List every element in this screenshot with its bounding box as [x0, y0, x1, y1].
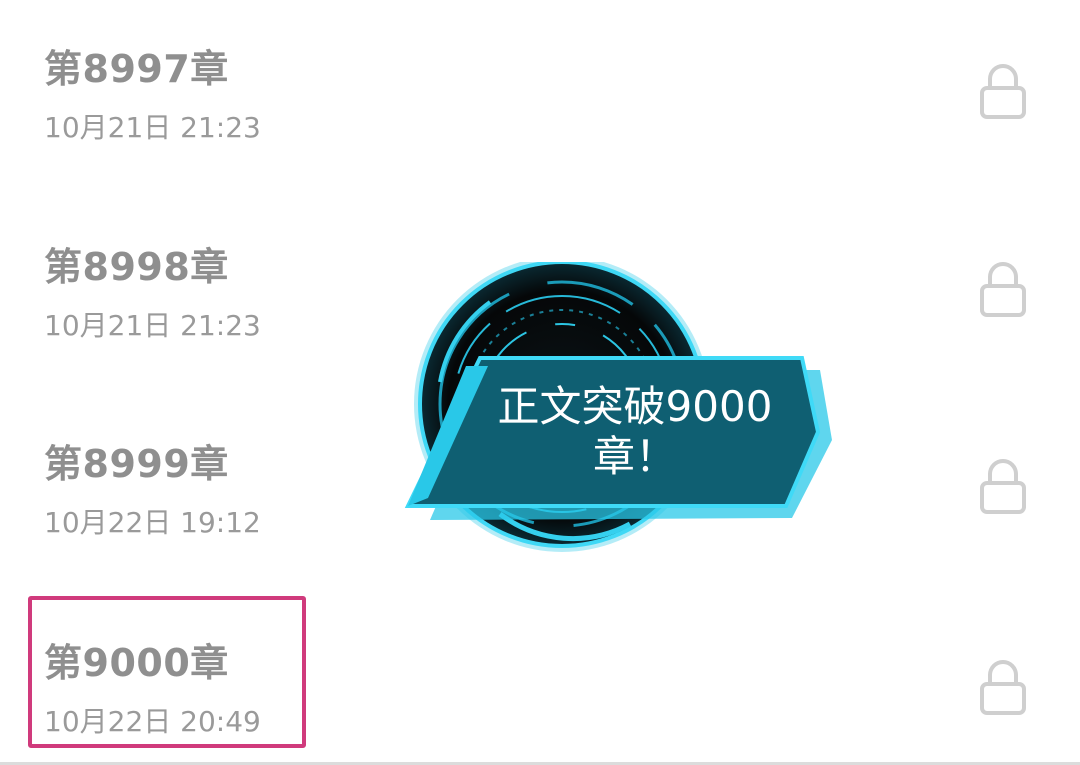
milestone-badge: 正文突破9000 章！: [400, 256, 840, 572]
chapter-title: 第8999章: [44, 442, 229, 486]
chapter-time: 10月21日 21:23: [44, 309, 261, 342]
lock-icon: [980, 660, 1026, 715]
milestone-text: 正文突破9000 章！: [480, 382, 790, 482]
chapter-list-screen: 第8997章 10月21日 21:23 第8998章 10月21日 21:23 …: [0, 0, 1080, 765]
lock-icon: [980, 262, 1026, 317]
milestone-line-1: 正文突破9000: [497, 382, 773, 431]
milestone-line-2: 章！: [592, 432, 677, 481]
chapter-row[interactable]: 第8997章 10月21日 21:23: [0, 0, 1080, 197]
chapter-title: 第8997章: [44, 47, 229, 91]
chapter-time: 10月22日 19:12: [44, 506, 261, 539]
lock-icon: [980, 64, 1026, 119]
chapter-highlight-box: [28, 596, 306, 748]
chapter-time: 10月21日 21:23: [44, 111, 261, 144]
chapter-title: 第8998章: [44, 245, 229, 289]
lock-icon: [980, 459, 1026, 514]
